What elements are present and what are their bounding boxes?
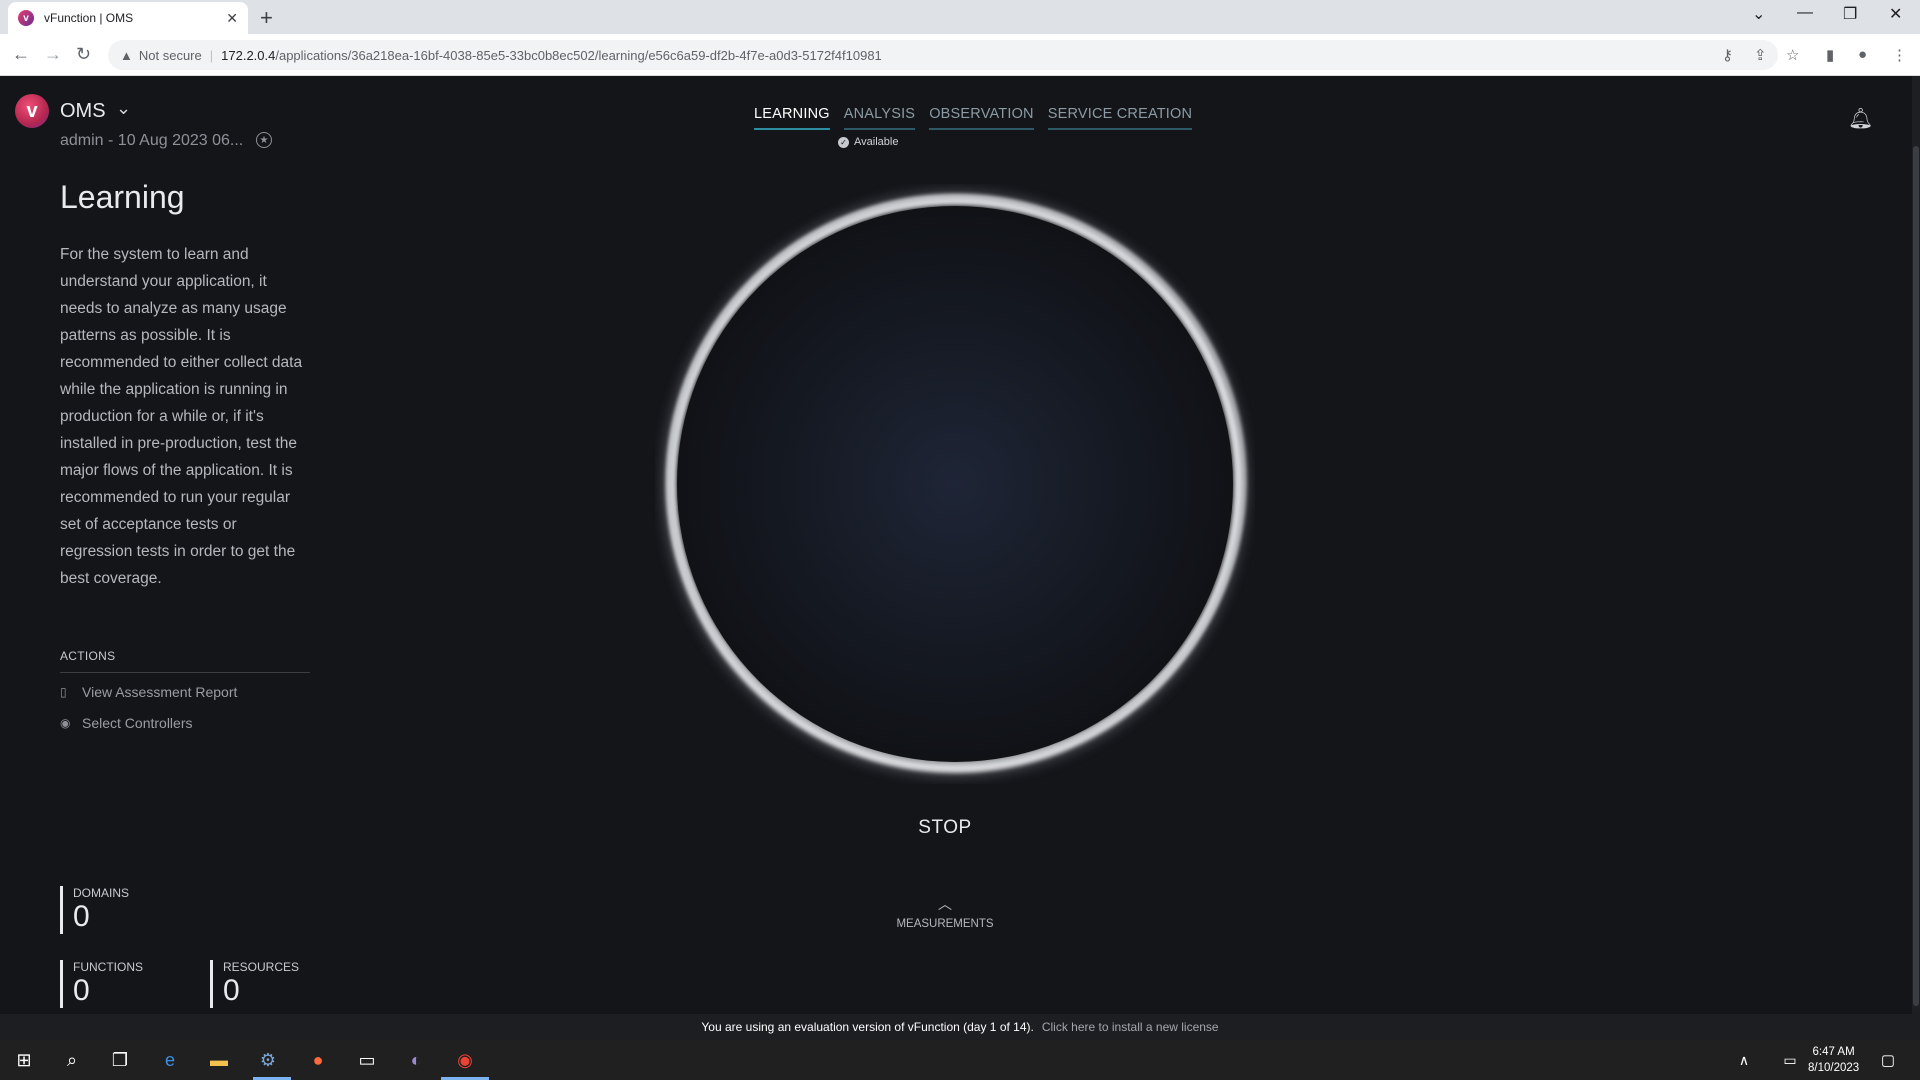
ring-graphic (662, 191, 1248, 777)
task-view-icon[interactable]: ❐ (108, 1048, 132, 1072)
measurements-label: MEASUREMENTS (896, 918, 994, 930)
security-label: Not secure (138, 47, 202, 63)
warning-icon: ▲ (120, 47, 133, 63)
functions-stat: FUNCTIONS 0 (60, 960, 143, 1008)
chevron-up-icon[interactable]: ∧ (1732, 1048, 1756, 1072)
side-panel-icon[interactable]: ▮ (1826, 46, 1834, 64)
evaluation-message: You are using an evaluation version of v… (701, 1020, 1034, 1034)
key-icon[interactable]: ⚷ (1722, 46, 1733, 64)
tab-observation[interactable]: OBSERVATION (929, 106, 1034, 130)
notifications-icon[interactable]: ▢ (1876, 1048, 1900, 1072)
menu-icon[interactable]: ⋮ (1892, 46, 1907, 64)
vfunction-favicon-icon: v (18, 10, 34, 26)
windows-start-icon[interactable]: ⊞ (12, 1048, 36, 1072)
info-icon[interactable]: ★ (256, 132, 272, 148)
vfunction-logo: v (15, 94, 49, 128)
new-tab-icon[interactable]: + (260, 5, 273, 31)
target-icon: ◉ (60, 716, 71, 730)
search-icon[interactable]: ⌕ (60, 1048, 84, 1072)
functions-value: 0 (73, 974, 90, 1007)
select-controllers-link[interactable]: ◉ Select Controllers (60, 715, 193, 731)
url-path: /applications/36a218ea-16bf-4038-85e5-33… (275, 47, 882, 63)
main-tabs: LEARNING ANALYSIS OBSERVATION SERVICE CR… (754, 106, 1206, 130)
app-content: v OMS ⌄ admin - 10 Aug 2023 06... ★ Lear… (0, 76, 1920, 1014)
bookmark-star-icon[interactable]: ☆ (1786, 46, 1799, 64)
status-badge: ✓ Available (838, 136, 898, 148)
view-assessment-report-link[interactable]: ▯ View Assessment Report (60, 684, 237, 700)
document-icon: ▯ (60, 685, 67, 699)
app-name[interactable]: OMS (60, 100, 106, 123)
domains-label: DOMAINS (73, 886, 130, 900)
scrollbar[interactable] (1912, 76, 1920, 1014)
action-label: View Assessment Report (82, 684, 238, 700)
domains-value: 0 (73, 900, 90, 933)
measurements-toggle[interactable]: ︿ MEASUREMENTS (880, 894, 1010, 930)
clock-date: 8/10/2023 (1808, 1062, 1860, 1074)
resources-label: RESOURCES (223, 960, 300, 974)
resources-value: 0 (223, 974, 240, 1007)
tab-title: vFunction | OMS (44, 11, 134, 25)
divider (60, 672, 310, 673)
chevron-up-icon: ︿ (938, 896, 952, 912)
tab-analysis[interactable]: ANALYSIS (843, 106, 916, 130)
browser-tab[interactable]: v vFunction | OMS ✕ (8, 2, 248, 34)
eclipse-icon[interactable]: ◐ (404, 1048, 428, 1072)
chevron-down-icon[interactable]: ⌄ (116, 98, 131, 119)
stop-button[interactable]: STOP (900, 817, 990, 839)
scrollbar-thumb[interactable] (1913, 146, 1919, 1006)
address-bar: ← → ↻ ▲ Not secure | 172.2.0.4 /applicat… (0, 34, 1920, 76)
chrome-icon[interactable]: ◉ (453, 1048, 477, 1072)
reload-icon[interactable]: ↻ (76, 44, 91, 65)
bell-icon[interactable]: 🔔︎ (1848, 106, 1873, 131)
close-window-icon[interactable]: ✕ (1889, 4, 1902, 24)
learning-ring[interactable] (655, 184, 1255, 784)
internet-explorer-icon[interactable]: e (158, 1048, 182, 1072)
file-explorer-icon[interactable]: ▬ (207, 1048, 231, 1072)
forward-icon[interactable]: → (44, 44, 62, 65)
evaluation-banner: You are using an evaluation version of v… (0, 1014, 1920, 1040)
back-icon[interactable]: ← (12, 44, 30, 65)
separator: | (209, 47, 214, 63)
browser-tab-bar: v vFunction | OMS ✕ + ⌄ — ❐ ✕ (0, 0, 1920, 34)
windows-taskbar: ⊞ ⌕ ❐ e ▬ ⚙ ● ▭ ◐ ◉ ∧ ▭ 6:47 AM 8/10/202… (0, 1040, 1920, 1080)
actions-title: ACTIONS (60, 649, 116, 663)
tab-search-icon[interactable]: ⌄ (1752, 4, 1765, 24)
app-subline: admin - 10 Aug 2023 06... (60, 132, 244, 149)
install-license-link[interactable]: Click here to install a new license (1042, 1020, 1219, 1034)
restore-icon[interactable]: ❐ (1843, 4, 1857, 24)
domains-stat: DOMAINS 0 (60, 886, 129, 934)
check-icon: ✓ (838, 136, 849, 148)
learning-description: For the system to learn and understand y… (60, 246, 303, 587)
profile-icon[interactable]: ● (1858, 46, 1867, 63)
network-app-icon[interactable]: ⚙ (256, 1048, 280, 1072)
clock-time: 6:47 AM (1812, 1046, 1855, 1058)
status-text: Available (854, 136, 899, 148)
url-host: 172.2.0.4 (221, 47, 276, 63)
tab-service-creation[interactable]: SERVICE CREATION (1047, 106, 1193, 130)
action-label: Select Controllers (82, 715, 193, 731)
network-icon[interactable]: ▭ (1778, 1048, 1802, 1072)
tab-learning[interactable]: LEARNING (754, 106, 830, 130)
functions-label: FUNCTIONS (73, 960, 143, 974)
url-field[interactable]: ▲ Not secure | 172.2.0.4 /applications/3… (108, 40, 1778, 70)
taskbar-clock[interactable]: 6:47 AM 8/10/2023 (1808, 1044, 1859, 1076)
minimize-icon[interactable]: — (1797, 4, 1813, 22)
share-icon[interactable]: ⇪ (1754, 46, 1767, 64)
postman-icon[interactable]: ● (306, 1048, 330, 1072)
terminal-icon[interactable]: ▭ (355, 1048, 379, 1072)
resources-stat: RESOURCES 0 (210, 960, 299, 1008)
page-title: Learning (60, 179, 185, 215)
close-tab-icon[interactable]: ✕ (226, 10, 238, 27)
